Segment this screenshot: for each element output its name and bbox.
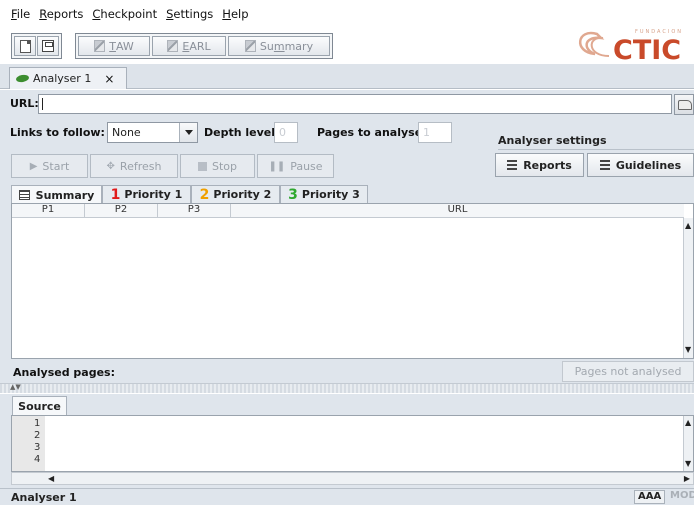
- url-label: URL:: [10, 97, 39, 110]
- pause-button[interactable]: ❚❚ Pause: [257, 154, 334, 178]
- reports-button[interactable]: Reports: [495, 153, 584, 177]
- conformance-level-badge: AAA: [634, 490, 666, 504]
- browse-folder-button[interactable]: [674, 94, 694, 115]
- guidelines-button[interactable]: Guidelines: [587, 153, 694, 177]
- depth-level-input[interactable]: 0: [274, 122, 298, 143]
- split-pane-divider[interactable]: ▲▼: [0, 383, 694, 393]
- source-editor[interactable]: 1 2 3 4 ▲ ▼: [11, 415, 694, 472]
- links-to-follow-label: Links to follow:: [10, 126, 105, 139]
- status-bar: Analyser 1 AAA MOD: [0, 488, 694, 505]
- summary-pen-icon: [244, 40, 256, 52]
- list-icon: [507, 160, 518, 170]
- depth-level-label: Depth level:: [204, 126, 280, 139]
- list-icon: [599, 160, 610, 170]
- results-table: P1 P2 P3 URL ▲ ▼: [11, 203, 694, 359]
- new-document-button[interactable]: [14, 36, 36, 56]
- new-document-icon: [19, 39, 31, 53]
- settings-divider: [498, 149, 694, 150]
- menu-reports[interactable]: Reports: [39, 7, 83, 21]
- menu-checkpoint[interactable]: Checkpoint: [92, 7, 157, 21]
- stop-button[interactable]: Stop: [180, 154, 255, 178]
- taw-button[interactable]: T AW: [78, 36, 150, 56]
- tab-priority-3[interactable]: 3 Priority 3: [280, 185, 368, 203]
- source-horizontal-scrollbar[interactable]: ◀ ▶: [11, 472, 694, 485]
- text-caret: [42, 98, 43, 110]
- analyser-settings-title: Analyser settings: [498, 134, 607, 147]
- menu-file[interactable]: File: [11, 7, 30, 21]
- save-icon: [42, 40, 54, 52]
- scroll-down-icon[interactable]: ▼: [685, 460, 691, 468]
- links-to-follow-select[interactable]: None: [107, 122, 198, 143]
- pages-not-analysed-button[interactable]: Pages not analysed: [562, 361, 694, 382]
- scroll-up-icon[interactable]: ▲: [685, 419, 691, 427]
- pages-to-analyse-label: Pages to analyse:: [317, 126, 427, 139]
- line-number: 1: [34, 418, 41, 429]
- document-tab-bar: Analyser 1 ×: [0, 64, 694, 89]
- chevron-down-icon[interactable]: [179, 123, 197, 142]
- tab-source[interactable]: Source: [12, 396, 67, 415]
- menu-settings[interactable]: Settings: [166, 7, 213, 21]
- scroll-down-icon[interactable]: ▼: [685, 346, 691, 354]
- tab-summary[interactable]: Summary: [11, 185, 102, 204]
- tab-priority-1[interactable]: 1 Priority 1: [102, 185, 191, 203]
- close-tab-button[interactable]: ×: [104, 72, 114, 86]
- column-header-p1[interactable]: P1: [12, 204, 85, 218]
- pages-to-analyse-input[interactable]: 1: [418, 122, 452, 143]
- ctic-logo: FUNDACION CTIC: [569, 22, 694, 66]
- tab-priority-2[interactable]: 2 Priority 2: [191, 185, 280, 203]
- refresh-icon: ✥: [106, 160, 115, 172]
- table-icon: [18, 190, 30, 200]
- save-button[interactable]: [37, 36, 59, 56]
- leaf-icon: [15, 73, 30, 84]
- folder-icon: [678, 100, 692, 110]
- earl-button[interactable]: E ARL: [152, 36, 226, 56]
- taw-pen-icon: [94, 40, 106, 52]
- scroll-up-icon[interactable]: ▲: [685, 222, 691, 230]
- tab-analyser-1[interactable]: Analyser 1 ×: [9, 67, 127, 89]
- table-scrollbar[interactable]: ▲ ▼: [683, 218, 693, 358]
- refresh-button[interactable]: ✥ Refresh: [90, 154, 178, 178]
- play-icon: ▶: [29, 160, 38, 172]
- column-header-p3[interactable]: P3: [158, 204, 231, 218]
- analysed-pages-label: Analysed pages:: [13, 366, 115, 379]
- scroll-right-icon[interactable]: ▶: [684, 474, 690, 483]
- scroll-left-icon[interactable]: ◀: [48, 474, 54, 483]
- source-scrollbar[interactable]: ▲ ▼: [683, 416, 693, 471]
- line-number: 2: [34, 430, 41, 441]
- column-header-url[interactable]: URL: [231, 204, 684, 218]
- links-selected-value: None: [112, 126, 141, 139]
- stop-icon: [197, 161, 207, 171]
- mode-indicator: MOD: [670, 490, 694, 501]
- line-number: 4: [34, 454, 41, 465]
- column-header-p2[interactable]: P2: [85, 204, 158, 218]
- pause-icon: ❚❚: [268, 160, 286, 172]
- url-input[interactable]: [38, 94, 672, 114]
- summary-button[interactable]: Su m mary: [228, 36, 330, 56]
- menu-help[interactable]: Help: [222, 7, 248, 21]
- line-number-gutter: 1 2 3 4: [12, 416, 45, 471]
- earl-pen-icon: [167, 40, 179, 52]
- line-number: 3: [34, 442, 41, 453]
- start-button[interactable]: ▶ Start: [11, 154, 88, 178]
- collapse-arrows-icon[interactable]: ▲▼: [10, 383, 21, 391]
- status-text: Analyser 1: [11, 491, 77, 504]
- logo-text: CTIC: [613, 35, 681, 64]
